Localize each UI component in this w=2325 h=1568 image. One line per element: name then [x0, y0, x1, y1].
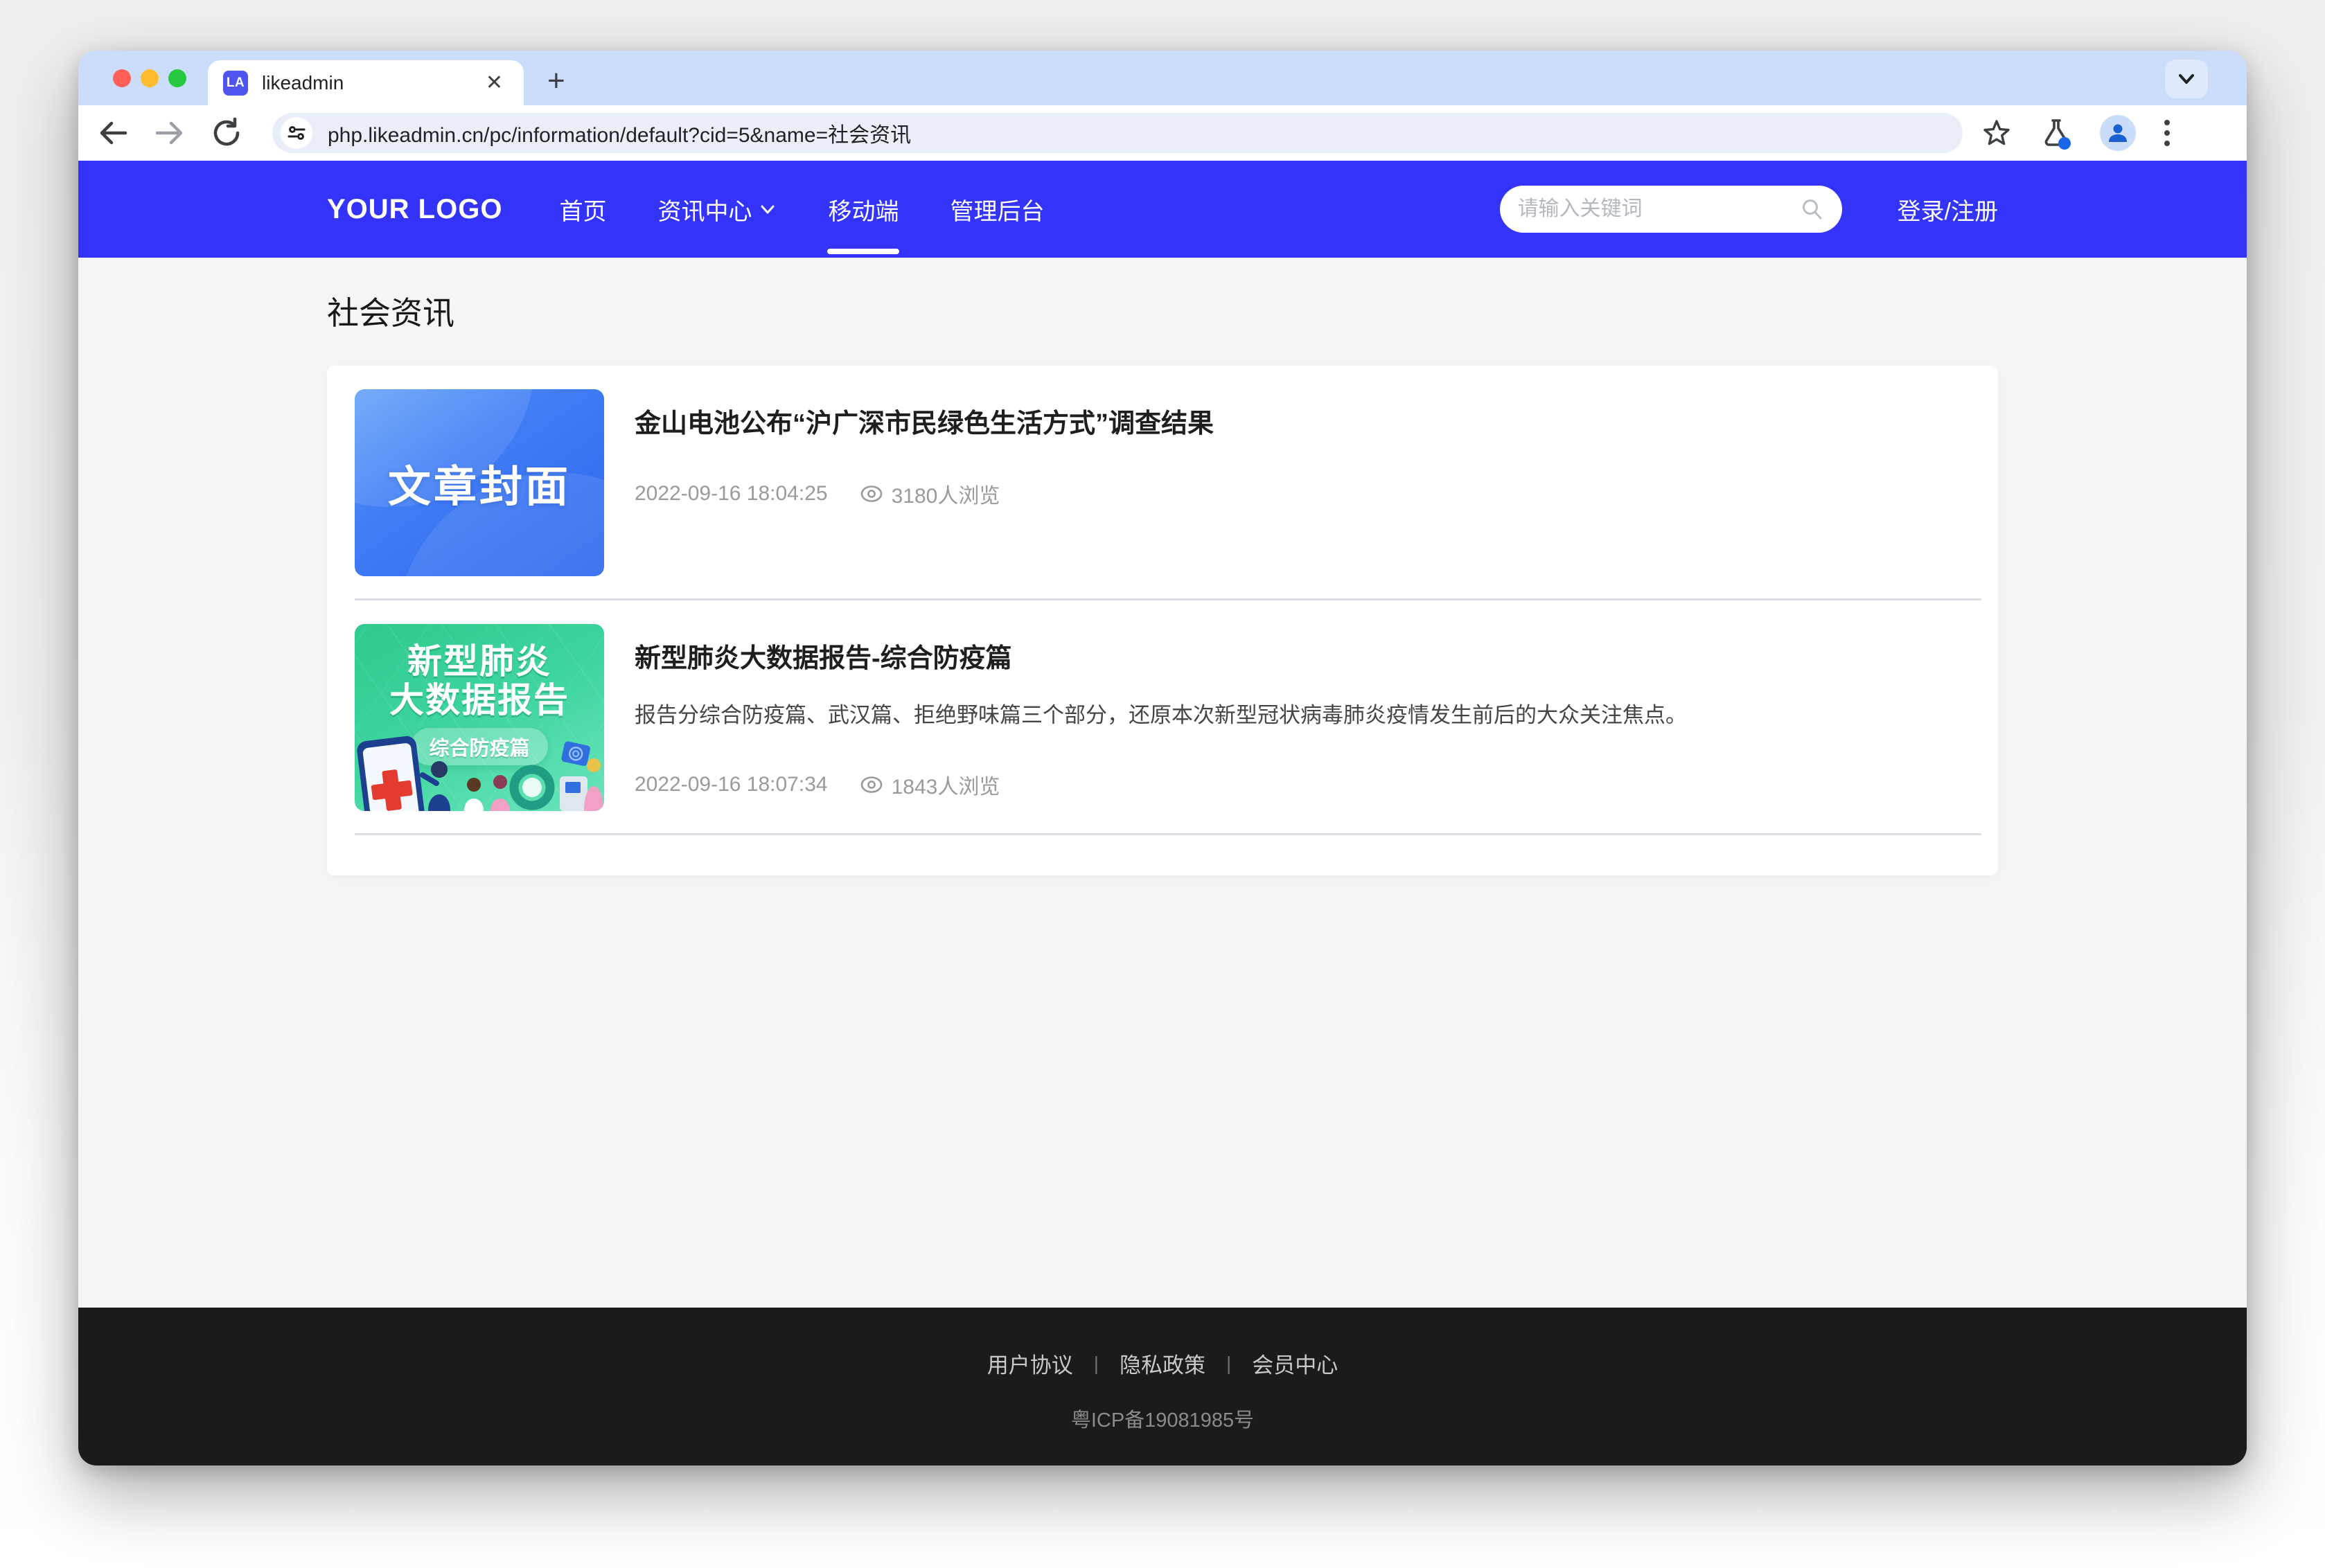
keyword-search-box[interactable]: [1500, 186, 1842, 233]
forward-arrow-icon: [153, 116, 186, 150]
thumbnail-illustration: [355, 733, 604, 811]
footer-icp-number: 粤ICP备19081985号: [1071, 1404, 1254, 1433]
thumbnail-cover-text: 文章封面: [388, 452, 571, 514]
article-date: 2022-09-16 18:07:34: [635, 773, 828, 796]
reload-button[interactable]: [207, 114, 246, 152]
site-info-button[interactable]: [281, 117, 312, 149]
article-views: 1843人浏览: [892, 769, 1000, 800]
article-thumbnail[interactable]: 新型肺炎 大数据报告 综合防疫篇: [355, 624, 604, 811]
article-row[interactable]: 新型肺炎 大数据报告 综合防疫篇: [327, 600, 1998, 811]
back-arrow-icon: [96, 116, 130, 150]
nav-item-news-center[interactable]: 资讯中心: [657, 183, 777, 236]
experiments-button[interactable]: [2039, 116, 2074, 150]
page-content: 社会资讯 文章封面 金山电池公布“沪广深市民绿色生活方式”调查结果 2022-0…: [78, 258, 2247, 1308]
active-tab-indicator: [827, 249, 899, 254]
site-logo[interactable]: YOUR LOGO: [327, 194, 502, 225]
url-text: php.likeadmin.cn/pc/information/default?…: [328, 118, 911, 148]
url-bar[interactable]: php.likeadmin.cn/pc/information/default?…: [272, 113, 1963, 153]
article-row[interactable]: 文章封面 金山电池公布“沪广深市民绿色生活方式”调查结果 2022-09-16 …: [327, 366, 1998, 576]
close-window-button[interactable]: [113, 69, 131, 87]
article-thumbnail[interactable]: 文章封面: [355, 389, 604, 576]
tab-close-icon[interactable]: ✕: [480, 68, 509, 98]
zoom-window-button[interactable]: [168, 69, 186, 87]
reload-icon: [210, 116, 243, 150]
chevron-down-icon: [759, 200, 777, 218]
experiments-flask-icon: [2039, 116, 2074, 150]
article-date: 2022-09-16 18:04:25: [635, 482, 828, 506]
article-list-card: 文章封面 金山电池公布“沪广深市民绿色生活方式”调查结果 2022-09-16 …: [327, 366, 1998, 875]
eye-icon: [860, 485, 883, 503]
page-title: 社会资讯: [327, 258, 1998, 334]
search-input[interactable]: [1518, 197, 1801, 221]
browser-menu-button[interactable]: [2162, 117, 2172, 149]
kebab-menu-icon: [2162, 117, 2172, 149]
article-meta: 2022-09-16 18:04:25 3180人浏览: [635, 479, 1970, 509]
eye-icon: [860, 776, 883, 794]
search-icon[interactable]: [1801, 197, 1824, 221]
nav-item-home[interactable]: 首页: [559, 183, 606, 236]
article-meta: 2022-09-16 18:07:34 1843人浏览: [635, 769, 1970, 800]
tab-strip: LA likeadmin ✕ +: [78, 51, 2247, 105]
login-register-link[interactable]: 登录/注册: [1898, 193, 1998, 226]
tab-search-button[interactable]: [2165, 60, 2208, 98]
footer-links: 用户协议 | 隐私政策 | 会员中心: [987, 1348, 1338, 1379]
article-title[interactable]: 新型肺炎大数据报告-综合防疫篇: [635, 642, 1970, 676]
browser-window: LA likeadmin ✕ +: [78, 51, 2247, 1465]
browser-tab[interactable]: LA likeadmin ✕: [208, 60, 524, 105]
browser-toolbar: php.likeadmin.cn/pc/information/default?…: [78, 105, 2247, 161]
nav-item-mobile[interactable]: 移动端: [828, 183, 899, 236]
article-title[interactable]: 金山电池公布“沪广深市民绿色生活方式”调查结果: [635, 407, 1970, 441]
bookmark-star-icon: [1981, 117, 2013, 149]
new-tab-button[interactable]: +: [547, 66, 565, 96]
tab-title: likeadmin: [262, 72, 480, 94]
site-nav-links: 首页 资讯中心 移动端 管理后台: [559, 183, 1044, 236]
bookmark-button[interactable]: [1981, 117, 2013, 149]
footer-link-privacy-policy[interactable]: 隐私政策: [1120, 1348, 1205, 1379]
thumbnail-title-line1: 新型肺炎: [407, 642, 551, 681]
footer-link-user-agreement[interactable]: 用户协议: [987, 1348, 1073, 1379]
profile-avatar-icon: [2106, 121, 2130, 145]
nav-item-admin[interactable]: 管理后台: [950, 183, 1044, 236]
toolbar-right: [1981, 115, 2172, 151]
footer-link-member-center[interactable]: 会员中心: [1252, 1348, 1338, 1379]
minimize-window-button[interactable]: [141, 69, 159, 87]
tune-icon: [287, 123, 306, 143]
chevron-down-icon: [2176, 69, 2197, 89]
back-button[interactable]: [94, 114, 132, 152]
site-navbar: YOUR LOGO 首页 资讯中心 移动端 管理后台: [78, 161, 2247, 258]
thumbnail-title-line2: 大数据报告: [389, 681, 569, 720]
window-controls: [113, 69, 186, 87]
article-description: 报告分综合防疫篇、武汉篇、拒绝野味篇三个部分，还原本次新型冠状病毒肺炎疫情发生前…: [635, 700, 1970, 732]
tab-favicon: LA: [223, 71, 248, 96]
forward-button[interactable]: [150, 114, 189, 152]
site-footer: 用户协议 | 隐私政策 | 会员中心 粤ICP备19081985号: [78, 1308, 2247, 1465]
article-views: 3180人浏览: [892, 479, 1000, 509]
profile-button[interactable]: [2100, 115, 2136, 151]
